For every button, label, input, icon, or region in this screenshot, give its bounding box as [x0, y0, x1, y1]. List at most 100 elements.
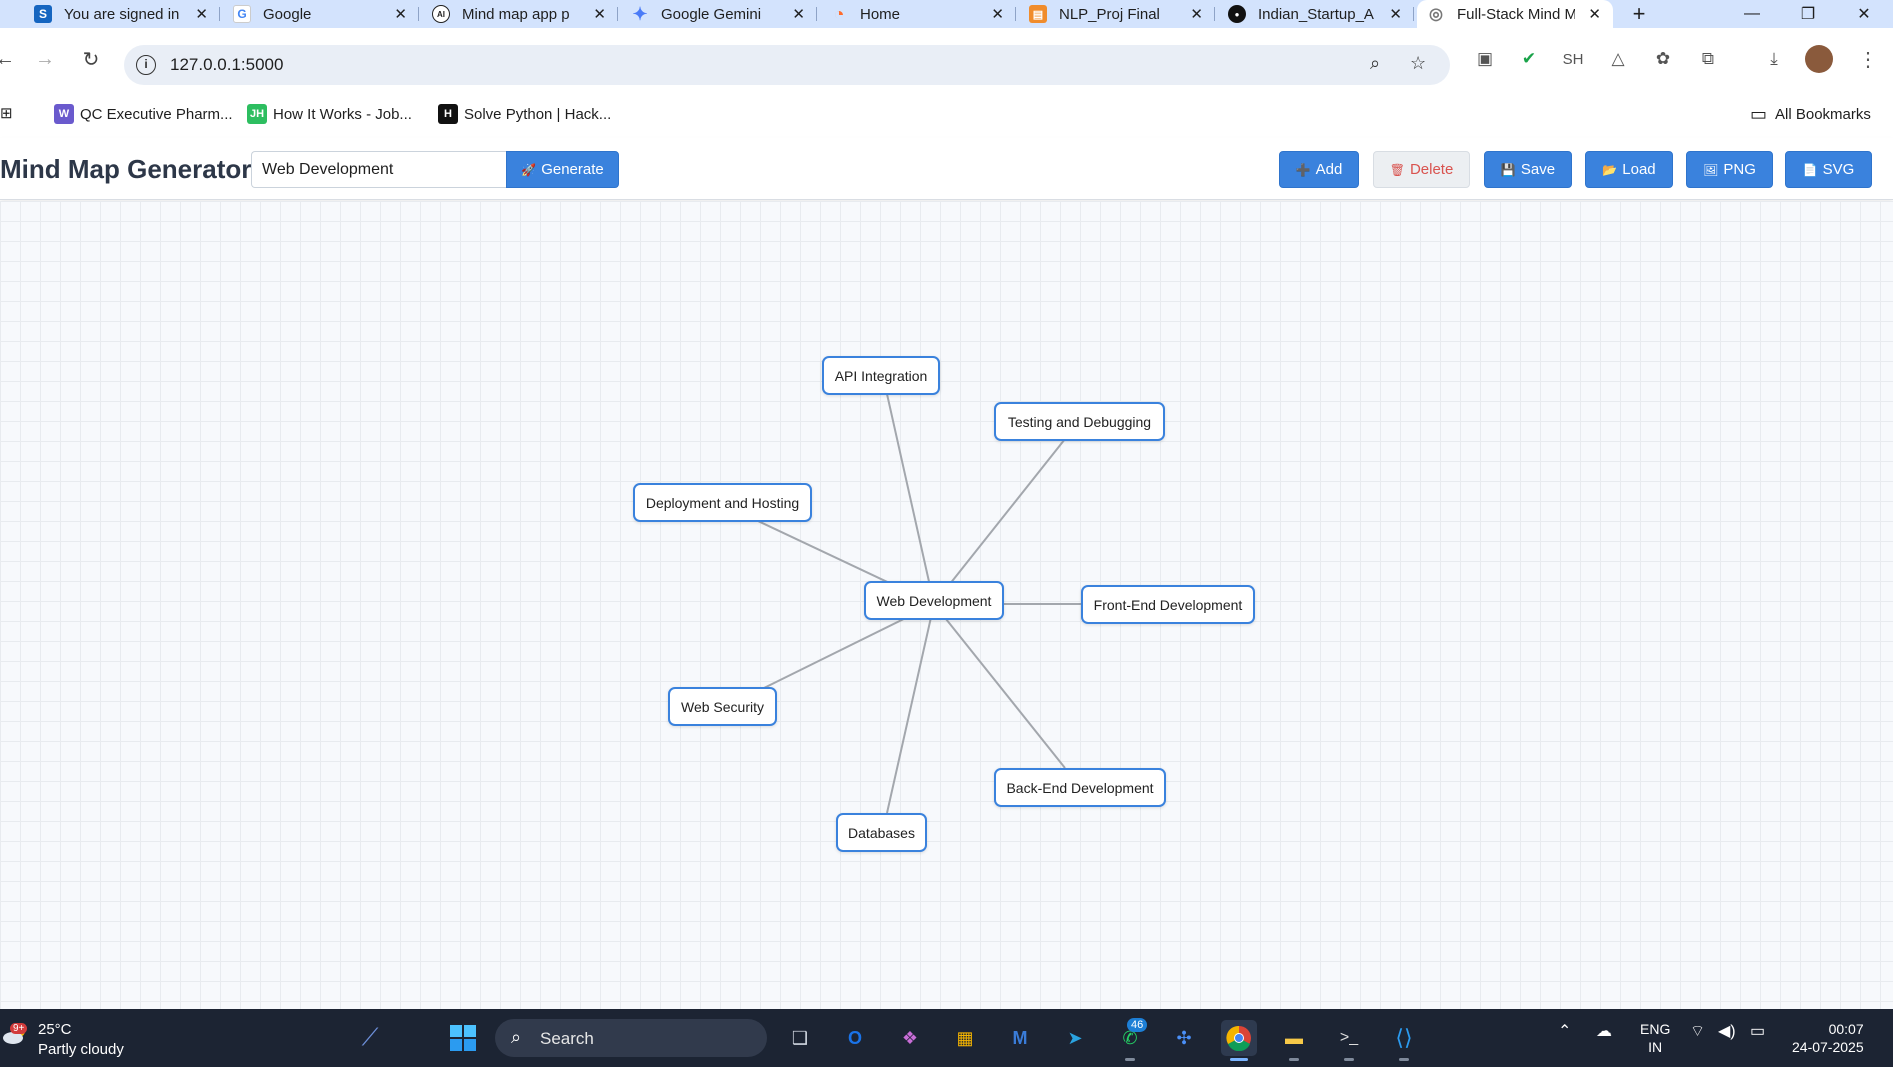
copilot-icon[interactable]: ❖ — [892, 1020, 928, 1056]
tab-mind-map-app[interactable]: AI Mind map app p ✕ — [422, 0, 618, 28]
site-info-icon[interactable]: i — [136, 55, 156, 75]
generate-button[interactable]: 🚀 Generate — [506, 151, 619, 188]
tab-full-stack-mind-map[interactable]: ◎ Full-Stack Mind M ✕ — [1417, 0, 1613, 28]
tab-github[interactable]: ● Indian_Startup_A ✕ — [1218, 0, 1414, 28]
tab-title: NLP_Proj Final — [1059, 5, 1160, 23]
mindmap-canvas[interactable]: API Integration Testing and Debugging De… — [0, 201, 1893, 1009]
bookmark-hackerrank[interactable]: H Solve Python | Hack... — [438, 104, 611, 124]
weather-badge: 9+ — [10, 1023, 28, 1034]
tab-favicon-icon: S — [34, 5, 52, 23]
file-explorer-icon[interactable]: ▬ — [1276, 1020, 1312, 1061]
onedrive-icon[interactable]: ☁ — [1596, 1021, 1612, 1041]
browser-tab-strip: S You are signed in ✕ G Google ✕ AI Mind… — [0, 0, 1893, 28]
node-web-security[interactable]: Web Security — [668, 687, 777, 726]
bookmark-star-icon[interactable]: ☆ — [1410, 53, 1426, 74]
svg-label: SVG — [1822, 161, 1855, 178]
apps-grid-icon[interactable]: ⊞ — [0, 104, 13, 122]
bookmark-qc-executive[interactable]: W QC Executive Pharm... — [54, 104, 233, 124]
app-m-icon[interactable]: M — [1002, 1020, 1038, 1056]
clock-date: 24-07-2025 — [1792, 1039, 1864, 1055]
cast-icon[interactable]: ▣ — [1471, 45, 1499, 73]
node-center-web-development[interactable]: Web Development — [864, 581, 1004, 620]
store-icon[interactable]: ▦ — [947, 1020, 983, 1056]
menu-kebab-icon[interactable]: ⋮ — [1854, 45, 1882, 73]
telegram-icon[interactable]: ➤ — [1057, 1020, 1093, 1056]
vscode-icon[interactable]: ⟨⟩ — [1386, 1020, 1422, 1061]
system-clock[interactable]: 00:07 24-07-2025 — [1792, 1020, 1864, 1056]
running-indicator — [1289, 1058, 1299, 1061]
close-tab-icon[interactable]: ✕ — [593, 5, 606, 23]
drive-icon[interactable]: △ — [1604, 45, 1632, 73]
app-header: Mind Map Generator 🚀 Generate ➕ Add 🗑 Delet… — [0, 138, 1893, 200]
zoom-icon[interactable]: ⌕ — [1370, 53, 1380, 74]
topic-input[interactable] — [251, 151, 507, 188]
tab-google[interactable]: G Google ✕ — [223, 0, 419, 28]
load-button[interactable]: 📂 Load — [1585, 151, 1673, 188]
clock-time: 00:07 — [1828, 1021, 1864, 1037]
new-tab-button[interactable]: + — [1625, 0, 1653, 28]
profile-sh-icon[interactable]: SH — [1559, 45, 1587, 73]
node-back-end-development[interactable]: Back-End Development — [994, 768, 1166, 807]
node-deployment-hosting[interactable]: Deployment and Hosting — [633, 483, 812, 522]
url-text: 127.0.0.1:5000 — [170, 55, 284, 74]
task-view-icon[interactable]: ❑ — [782, 1020, 818, 1056]
globe-icon: ◎ — [1429, 6, 1443, 23]
node-databases[interactable]: Databases — [836, 813, 927, 852]
download-icon[interactable]: ⤓ — [1760, 45, 1788, 73]
tray-overflow-icon[interactable]: ⌃ — [1558, 1021, 1571, 1041]
close-tab-icon[interactable]: ✕ — [792, 5, 805, 23]
avatar[interactable] — [1805, 45, 1833, 73]
running-indicator — [1344, 1058, 1354, 1061]
close-tab-icon[interactable]: ✕ — [1588, 5, 1601, 23]
windows-start-icon[interactable] — [445, 1020, 481, 1056]
tab-favicon-icon: G — [233, 5, 251, 23]
tab-home[interactable]: ◔ Home ✕ — [820, 0, 1016, 28]
extension-icon[interactable]: ✿ — [1649, 45, 1677, 73]
chrome-icon[interactable] — [1221, 1020, 1257, 1061]
tab-favicon-icon: AI — [432, 5, 450, 23]
reload-button[interactable]: ↻ — [74, 42, 108, 76]
extensions-puzzle-icon[interactable]: ⧉ — [1694, 45, 1722, 73]
floppy-icon: 💾 — [1500, 162, 1516, 177]
windows-logo-icon — [450, 1025, 476, 1051]
svg-export-button[interactable]: 📄 SVG — [1785, 151, 1872, 188]
close-tab-icon[interactable]: ✕ — [1190, 5, 1203, 23]
bookmark-how-it-works[interactable]: JH How It Works - Job... — [247, 104, 412, 124]
png-export-button[interactable]: 🖼 PNG — [1686, 151, 1773, 188]
outlook-icon[interactable]: O — [837, 1020, 873, 1056]
terminal-icon[interactable]: >_ — [1331, 1020, 1367, 1061]
windows-taskbar: 9+ 25°C Partly cloudy ⟋ ⌕ Search ❑ O ❖ ▦… — [0, 1009, 1893, 1067]
tab-nlp-proj[interactable]: ▤ NLP_Proj Final ✕ — [1019, 0, 1215, 28]
minimize-button[interactable]: — — [1724, 0, 1780, 28]
widgets-icon[interactable]: ⟋ — [352, 1020, 388, 1056]
language-indicator[interactable]: ENG IN — [1640, 1020, 1670, 1056]
all-bookmarks-button[interactable]: ▭ All Bookmarks — [1750, 104, 1871, 125]
delete-button[interactable]: 🗑 Delete — [1373, 151, 1470, 188]
address-bar[interactable]: i 127.0.0.1:5000 ⌕ ☆ — [124, 45, 1450, 85]
whatsapp-badge: 46 — [1127, 1018, 1148, 1032]
node-testing-debugging[interactable]: Testing and Debugging — [994, 402, 1165, 441]
save-button[interactable]: 💾 Save — [1484, 151, 1572, 188]
taskbar-search[interactable]: ⌕ Search — [495, 1019, 767, 1057]
close-tab-icon[interactable]: ✕ — [195, 5, 208, 23]
close-tab-icon[interactable]: ✕ — [991, 5, 1004, 23]
node-api-integration[interactable]: API Integration — [822, 356, 940, 395]
tab-google-gemini[interactable]: ✦ Google Gemini ✕ — [621, 0, 817, 28]
battery-icon[interactable]: ▭ — [1750, 1021, 1765, 1041]
add-button[interactable]: ➕ Add — [1279, 151, 1359, 188]
close-tab-icon[interactable]: ✕ — [394, 5, 407, 23]
close-window-button[interactable]: ✕ — [1836, 0, 1892, 28]
document-icon: 📄 — [1802, 162, 1818, 177]
app-people-icon[interactable]: ✣ — [1166, 1020, 1202, 1056]
restore-button[interactable]: ❐ — [1780, 0, 1836, 28]
forward-button[interactable]: → — [28, 42, 62, 76]
back-button[interactable]: ← — [0, 42, 22, 76]
volume-icon[interactable]: ◀︎) — [1718, 1021, 1736, 1041]
wifi-icon[interactable]: ⌔ — [1690, 1021, 1705, 1041]
node-front-end-development[interactable]: Front-End Development — [1081, 585, 1255, 624]
save-label: Save — [1520, 161, 1556, 178]
tab-signed-in[interactable]: S You are signed in ✕ — [24, 0, 220, 28]
png-label: PNG — [1723, 161, 1756, 178]
close-tab-icon[interactable]: ✕ — [1389, 5, 1402, 23]
extension-check-icon[interactable]: ✔ — [1515, 45, 1543, 73]
